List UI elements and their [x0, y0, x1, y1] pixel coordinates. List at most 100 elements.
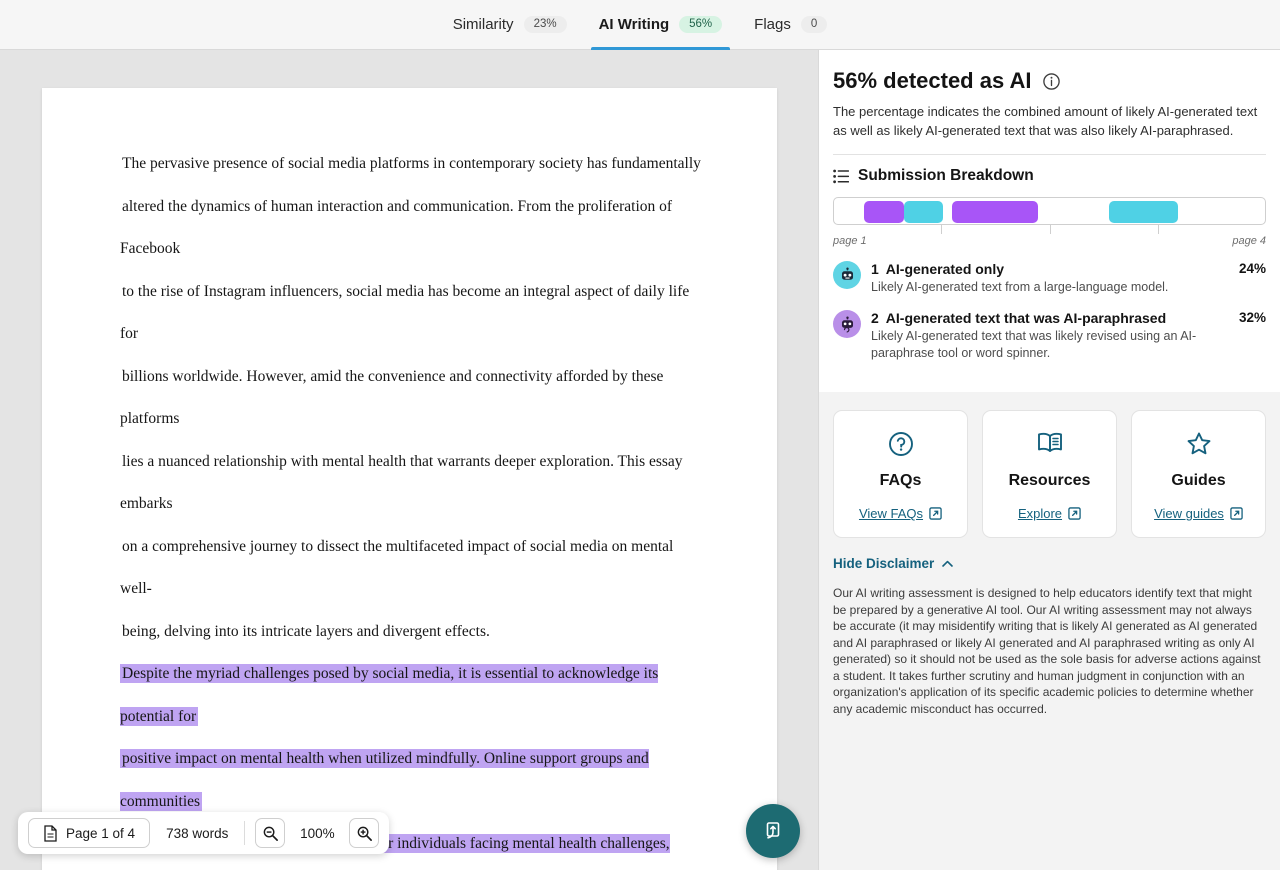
- page-title: 56% detected as AI: [833, 68, 1032, 93]
- card-resources-link[interactable]: Explore: [991, 506, 1108, 521]
- robot-icon: [833, 261, 861, 289]
- doc-line: altered the dynamics of human interactio…: [120, 197, 673, 258]
- panel-description: The percentage indicates the combined am…: [833, 104, 1258, 138]
- tab-flags-badge: 0: [800, 15, 828, 34]
- tab-similarity-badge: 23%: [523, 15, 567, 34]
- breakdown-legend: 1 AI-generated only Likely AI-generated …: [833, 261, 1266, 362]
- external-link-icon: [929, 507, 942, 520]
- tab-ai-writing-label: AI Writing: [598, 16, 670, 33]
- info-icon[interactable]: [1042, 72, 1061, 91]
- panel-summary: 56% detected as AI The percentage indica…: [819, 50, 1280, 392]
- card-resources[interactable]: Resources Explore: [982, 410, 1117, 538]
- legend-title-row: 2 AI-generated text that was AI-paraphra…: [871, 310, 1221, 326]
- doc-line-highlighted: positive impact on mental health when ut…: [120, 749, 649, 811]
- legend-label: AI-generated text that was AI-paraphrase…: [885, 310, 1167, 326]
- word-count: 738 words: [166, 825, 229, 841]
- legend-title-row: 1 AI-generated only: [871, 261, 1221, 277]
- hide-disclaimer-toggle[interactable]: Hide Disclaimer: [833, 556, 1266, 571]
- tab-ai-writing[interactable]: AI Writing 56%: [583, 0, 739, 50]
- legend-subtitle: Likely AI-generated text from a large-la…: [871, 280, 1169, 294]
- submission-scale-bar[interactable]: [833, 197, 1266, 225]
- card-resources-title: Resources: [1008, 472, 1091, 489]
- scale-tick: [941, 225, 943, 234]
- ai-writing-panel: 56% detected as AI The percentage indica…: [818, 50, 1280, 870]
- card-guides[interactable]: Guides View guides: [1131, 410, 1266, 538]
- disclaimer-text: Our AI writing assessment is designed to…: [833, 586, 1261, 716]
- doc-line: to the rise of Instagram influencers, so…: [120, 282, 690, 343]
- external-link-icon: [1230, 507, 1243, 520]
- tab-ai-writing-badge: 56%: [679, 15, 723, 34]
- robot-glyph-icon: [841, 267, 853, 280]
- scale-end-label: page 4: [1232, 235, 1266, 247]
- legend-item-ai-only: 1 AI-generated only Likely AI-generated …: [833, 261, 1266, 296]
- list-icon: [833, 169, 849, 183]
- submission-scale: page 1 page 4: [833, 197, 1266, 247]
- card-faqs-title: FAQs: [879, 472, 922, 489]
- card-faqs[interactable]: FAQs View FAQs: [833, 410, 968, 538]
- external-link-icon: [1068, 507, 1081, 520]
- doc-line: being, delving into its intricate layers…: [122, 622, 490, 640]
- submission-scale-ticks: [833, 225, 1266, 234]
- tab-bar: Similarity 23% AI Writing 56% Flags 0: [0, 0, 1280, 50]
- robot-paraphrase-glyph-icon: [841, 316, 853, 333]
- card-guides-link[interactable]: View guides: [1140, 506, 1257, 521]
- legend-number: 2: [871, 310, 879, 326]
- document-viewer[interactable]: The pervasive presence of social media p…: [0, 50, 818, 870]
- hide-disclaimer-label: Hide Disclaimer: [833, 556, 935, 571]
- card-resources-link-label: Explore: [1017, 506, 1063, 521]
- card-guides-title: Guides: [1171, 472, 1226, 489]
- legend-body: 2 AI-generated text that was AI-paraphra…: [871, 310, 1221, 362]
- paragraph-1: The pervasive presence of social media p…: [120, 143, 710, 653]
- scale-segment-ai-only[interactable]: [904, 201, 944, 223]
- scale-segment-ai-only[interactable]: [1108, 201, 1179, 223]
- card-faqs-link[interactable]: View FAQs: [842, 506, 959, 521]
- chevron-up-icon: [942, 560, 954, 567]
- tab-similarity-label: Similarity: [452, 16, 514, 33]
- zoom-out-button[interactable]: [255, 818, 286, 848]
- star-icon: [1187, 432, 1210, 455]
- legend-percent: 32%: [1238, 310, 1266, 325]
- scale-start-label: page 1: [833, 235, 867, 247]
- scale-segment-paraphrased[interactable]: [863, 201, 905, 223]
- tab-similarity[interactable]: Similarity 23%: [437, 0, 583, 50]
- viewer-toolbar: Page 1 of 4 738 words 100%: [18, 812, 390, 854]
- legend-subtitle: Likely AI-generated text that was likely…: [871, 329, 1197, 360]
- card-faqs-link-label: View FAQs: [858, 506, 924, 521]
- scale-tick: [1049, 225, 1051, 234]
- resource-cards: FAQs View FAQs Resources Explore Guides …: [819, 392, 1280, 538]
- scale-tick: [1157, 225, 1159, 234]
- submit-icon: [766, 822, 780, 839]
- legend-item-ai-paraphrased: 2 AI-generated text that was AI-paraphra…: [833, 310, 1266, 362]
- document-text: The pervasive presence of social media p…: [120, 143, 710, 870]
- doc-line: on a comprehensive journey to dissect th…: [120, 537, 674, 598]
- doc-line-highlighted: Despite the myriad challenges posed by s…: [120, 664, 659, 726]
- question-circle-icon: [888, 432, 913, 456]
- panel-title-row: 56% detected as AI: [833, 68, 1266, 94]
- legend-label: AI-generated only: [885, 261, 1005, 277]
- submit-fab-button[interactable]: [746, 804, 800, 858]
- zoom-out-icon: [263, 826, 278, 841]
- document-icon: [44, 824, 57, 842]
- legend-number: 1: [871, 261, 879, 277]
- submission-scale-labels: page 1 page 4: [833, 235, 1266, 247]
- document-page: The pervasive presence of social media p…: [42, 88, 777, 870]
- tab-flags[interactable]: Flags 0: [738, 0, 843, 50]
- page-selector[interactable]: Page 1 of 4: [28, 818, 151, 848]
- disclaimer-section: Hide Disclaimer Our AI writing assessmen…: [819, 538, 1280, 717]
- tab-flags-label: Flags: [754, 16, 791, 33]
- page-selector-label: Page 1 of 4: [66, 825, 136, 841]
- panel-divider: [833, 154, 1266, 155]
- doc-line: lies a nuanced relationship with mental …: [120, 452, 683, 513]
- legend-body: 1 AI-generated only Likely AI-generated …: [871, 261, 1221, 296]
- legend-percent: 24%: [1238, 261, 1266, 276]
- scale-segment-paraphrased[interactable]: [952, 201, 1039, 223]
- zoom-level: 100%: [300, 825, 335, 841]
- toolbar-divider: [244, 821, 246, 845]
- zoom-in-button[interactable]: [349, 818, 380, 848]
- robot-paraphrase-icon: [833, 310, 861, 338]
- zoom-in-icon: [357, 826, 372, 841]
- submission-breakdown-heading: Submission Breakdown: [833, 167, 1266, 185]
- submission-breakdown-label: Submission Breakdown: [858, 167, 1034, 184]
- card-guides-link-label: View guides: [1154, 506, 1224, 521]
- doc-line: The pervasive presence of social media p…: [122, 155, 701, 172]
